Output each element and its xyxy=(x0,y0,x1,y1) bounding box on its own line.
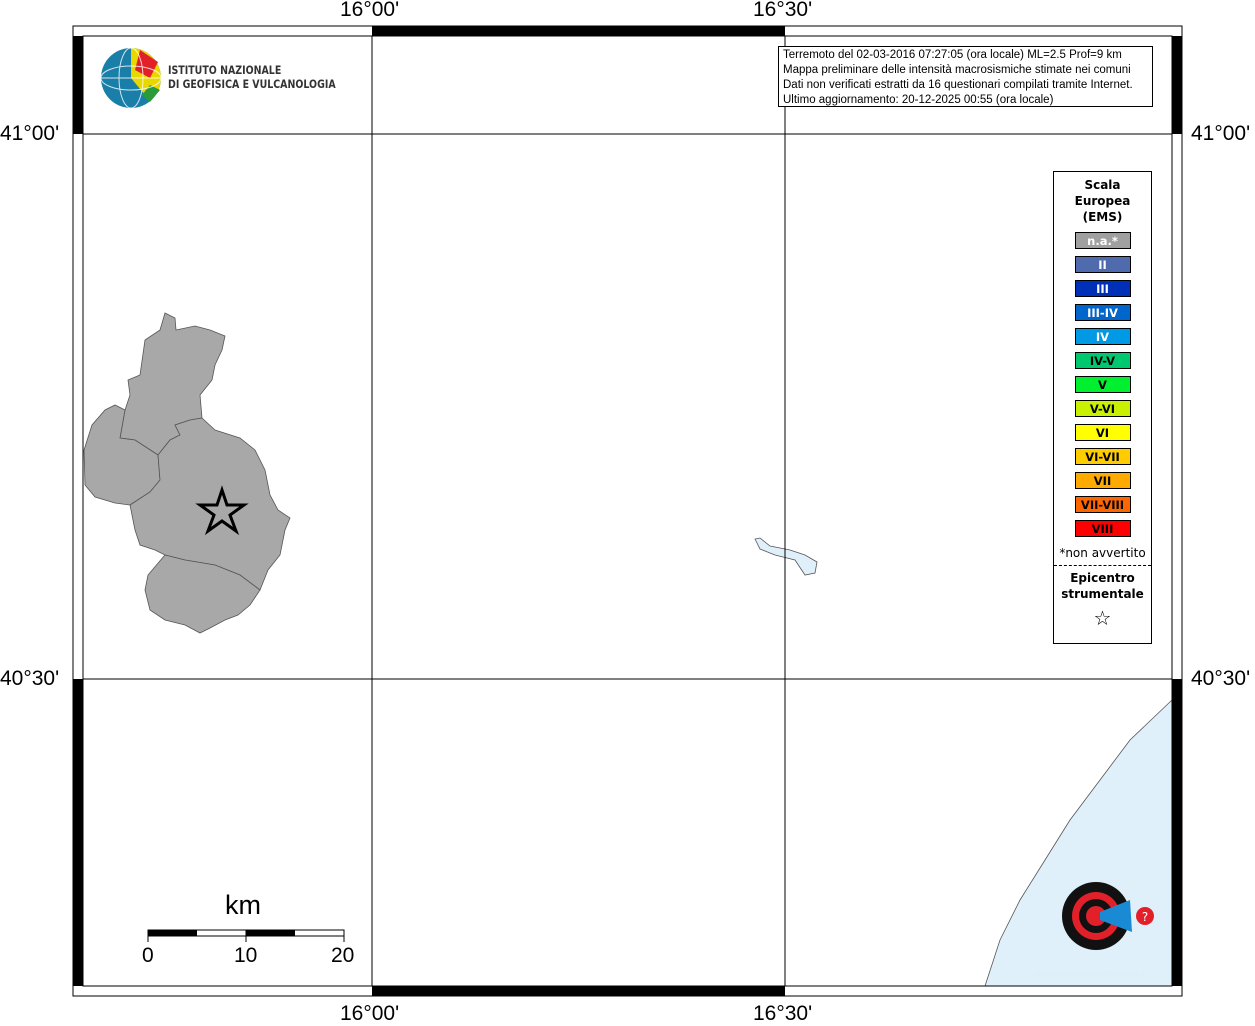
lat-tick-right-41-00: 41°00' xyxy=(1191,122,1251,145)
legend-epicenter-line: strumentale xyxy=(1061,587,1144,601)
lake xyxy=(754,537,818,576)
event-info-box: Terremoto del 02-03-2016 07:27:05 (ora l… xyxy=(778,46,1153,107)
lon-tick-bottom-16-30: 16°30' xyxy=(753,1002,813,1025)
scale-bar xyxy=(147,929,345,942)
event-info-line: Ultimo aggiornamento: 20-12-2025 00:55 (… xyxy=(783,94,1054,106)
legend-swatch-vii-viii: VII-VIII xyxy=(1074,496,1131,513)
legend-title-line: (EMS) xyxy=(1082,210,1123,224)
lat-tick-left-40-30: 40°30' xyxy=(0,667,60,690)
scale-label-10: 10 xyxy=(234,944,258,967)
legend-swatch-viii: VIII xyxy=(1074,520,1131,537)
ingv-logo-icon xyxy=(100,47,162,109)
legend-swatch-iii-iv: III-IV xyxy=(1074,304,1131,321)
legend-title-line: Europea xyxy=(1074,194,1131,208)
legend-title: Scala Europea (EMS) xyxy=(1054,177,1151,225)
scale-unit: km xyxy=(225,890,261,920)
legend-note: *non avvertito xyxy=(1059,546,1146,560)
scale-label-20: 20 xyxy=(331,944,355,967)
lon-tick-bottom-16-00: 16°00' xyxy=(340,1002,400,1025)
municipalities xyxy=(83,312,291,634)
svg-text:?: ? xyxy=(1142,910,1148,924)
legend-swatch-ii: II xyxy=(1074,256,1131,273)
legend-star-icon: ☆ xyxy=(1093,606,1112,630)
ingv-name-line2: DI GEOFISICA E VULCANOLOGIA xyxy=(168,77,336,91)
event-info-line: Mappa preliminare delle intensità macros… xyxy=(783,64,1131,76)
legend-swatch-iv-v: IV-V xyxy=(1074,352,1131,369)
legend-title-line: Scala xyxy=(1084,178,1121,192)
legend-swatch-v-vi: V-VI xyxy=(1074,400,1131,417)
lat-tick-left-41-00: 41°00' xyxy=(0,122,60,145)
scale-label-0: 0 xyxy=(142,944,154,967)
legend-swatch-vi-vii: VI-VII xyxy=(1074,448,1131,465)
ems-legend: Scala Europea (EMS) n.a.* II III III-IV IV IV… xyxy=(1053,171,1152,644)
ingv-logo-text: ISTITUTO NAZIONALE DI GEOFISICA E VULCAN… xyxy=(168,63,336,91)
lat-tick-right-40-30: 40°30' xyxy=(1191,667,1251,690)
legend-swatch-iii: III xyxy=(1074,280,1131,297)
legend-swatch-vii: VII xyxy=(1074,472,1131,489)
legend-swatch-n-a-: n.a.* xyxy=(1074,232,1131,249)
watermark-text: www.haisentitoilterremoto.it xyxy=(1035,968,1145,978)
lon-tick-top-16-00: 16°00' xyxy=(340,0,400,21)
ingv-name-line1: ISTITUTO NAZIONALE xyxy=(168,63,282,77)
lon-tick-top-16-30: 16°30' xyxy=(753,0,813,21)
event-info-line: Dati non verificati estratti da 16 quest… xyxy=(783,79,1133,91)
legend-divider xyxy=(1054,565,1151,566)
event-info-line: Terremoto del 02-03-2016 07:27:05 (ora l… xyxy=(783,49,1122,61)
legend-swatch-v: V xyxy=(1074,376,1131,393)
legend-epicenter-label: Epicentro strumentale xyxy=(1054,570,1151,602)
legend-epicenter-line: Epicentro xyxy=(1070,571,1135,585)
legend-swatch-iv: IV xyxy=(1074,328,1131,345)
legend-swatch-vi: VI xyxy=(1074,424,1131,441)
